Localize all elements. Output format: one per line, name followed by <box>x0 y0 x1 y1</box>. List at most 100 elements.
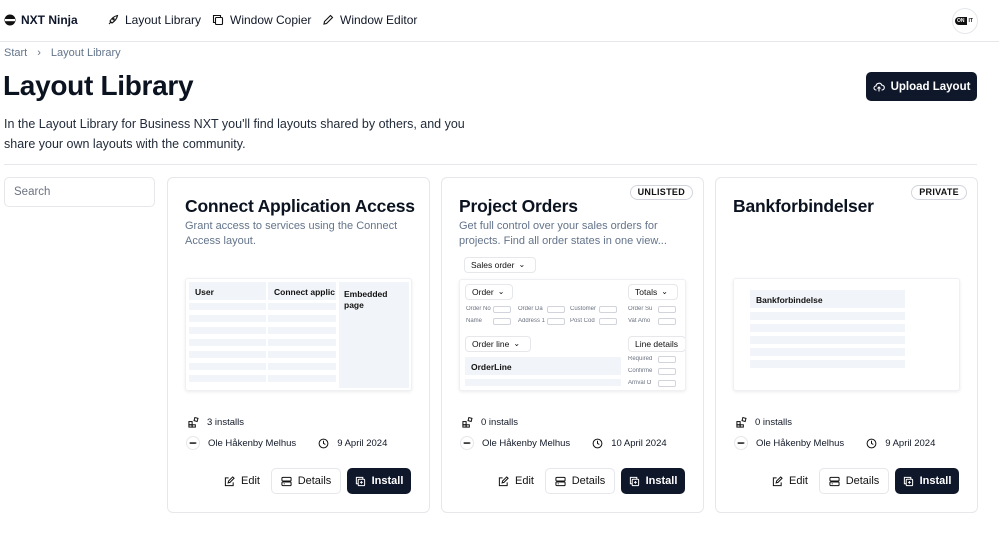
preview-dropdown-label: Order line <box>472 339 510 349</box>
preview-field-box <box>658 380 676 387</box>
chevron-down-icon: ⌄ <box>497 287 505 296</box>
ninja-icon <box>737 442 745 444</box>
install-button[interactable]: Install <box>347 468 411 494</box>
ninja-icon <box>463 442 471 444</box>
ninja-icon <box>189 442 197 444</box>
card-description: Get full control over your sales orders … <box>459 220 667 247</box>
preview-row <box>268 351 336 358</box>
blocks-icon <box>188 417 199 428</box>
page-title: Layout Library <box>3 70 194 101</box>
author-avatar <box>460 436 474 450</box>
details-label: Details <box>845 475 880 487</box>
preview-row <box>189 375 266 382</box>
preview-embedded-label: Embedded page <box>344 289 388 310</box>
nav-link-label: Window Editor <box>340 13 418 27</box>
preview-field-box <box>599 318 617 325</box>
details-icon <box>555 476 566 486</box>
preview-row <box>268 315 336 322</box>
install-button[interactable]: Install <box>895 468 959 494</box>
blocks-icon <box>462 417 473 428</box>
chevron-down-icon: ⌄ <box>661 287 668 296</box>
preview-line-details-tab: Line details <box>628 336 685 352</box>
author-info: Ole Håkenby Melhus 10 April 2024 <box>460 436 667 450</box>
edit-button[interactable]: Edit <box>492 468 540 494</box>
edit-button[interactable]: Edit <box>766 468 814 494</box>
page-intro: In the Layout Library for Business NXT y… <box>4 117 465 151</box>
search-input[interactable] <box>4 177 155 207</box>
chevron-down-icon: ⌄ <box>518 260 526 269</box>
avatar-initials-right: IT <box>968 18 973 24</box>
preview-field-label: Confirme <box>628 368 653 374</box>
edit-button[interactable]: Edit <box>218 468 266 494</box>
chevron-right-icon: › <box>37 47 41 59</box>
publish-date: 9 April 2024 <box>337 437 388 449</box>
author-avatar <box>186 436 200 450</box>
status-badge: UNLISTED <box>629 185 693 200</box>
clock-icon <box>592 438 603 448</box>
preview-row <box>750 348 905 356</box>
preview-row <box>189 327 266 334</box>
status-badge: PRIVATE <box>911 185 967 200</box>
preview-row <box>189 315 266 322</box>
preview-row <box>268 327 336 334</box>
nav-link-layout-library[interactable]: Layout Library <box>107 13 201 27</box>
breadcrumb-start[interactable]: Start <box>4 47 27 59</box>
author-info: Ole Håkenby Melhus 9 April 2024 <box>186 436 387 450</box>
details-button[interactable]: Details <box>271 468 341 494</box>
cloud-upload-icon <box>873 82 885 91</box>
author-name: Ole Håkenby Melhus <box>482 437 571 449</box>
details-label: Details <box>571 475 606 487</box>
install-label: Install <box>371 475 404 487</box>
preview-row <box>750 312 905 320</box>
layout-card[interactable]: PRIVATE Bankforbindelser Bankforbindelse… <box>715 177 978 513</box>
preview-row <box>189 351 266 358</box>
nav-link-window-editor[interactable]: Window Editor <box>322 13 417 27</box>
avatar-badge: ON IT <box>955 17 975 25</box>
preview-row <box>189 339 266 346</box>
preview-row <box>750 336 905 344</box>
edit-label: Edit <box>789 475 808 487</box>
install-count: 0 installs <box>736 417 792 428</box>
layout-card[interactable]: Connect Application Access Grant access … <box>167 177 430 513</box>
details-button[interactable]: Details <box>819 468 889 494</box>
preview-sales-order-dropdown: Sales order ⌄ <box>464 257 536 273</box>
preview-dropdown-label: Totals <box>635 287 658 297</box>
preview-tab-label: Line details <box>635 339 679 349</box>
preview-dropdown-label: Sales order <box>471 260 515 270</box>
preview-field-box <box>493 318 511 325</box>
install-button[interactable]: Install <box>621 468 685 494</box>
install-count-label: 0 installs <box>481 417 518 428</box>
layout-preview: Bankforbindelse <box>733 278 960 391</box>
pencil-icon <box>323 14 334 25</box>
preview-field-label: Order Su <box>628 306 653 312</box>
user-avatar[interactable]: ON IT <box>952 8 978 34</box>
upload-layout-button[interactable]: Upload Layout <box>866 72 977 101</box>
install-count: 3 installs <box>188 417 244 428</box>
publish-date: 9 April 2024 <box>885 437 936 449</box>
layout-card[interactable]: UNLISTED Project Orders Get full control… <box>441 177 704 513</box>
preview-field-label: Required <box>628 356 653 362</box>
nav-link-window-copier[interactable]: Window Copier <box>212 13 311 27</box>
preview-field-label: Arrival O <box>628 380 652 386</box>
preview-field-label: Order Da <box>518 306 543 312</box>
preview-row <box>750 360 905 368</box>
install-icon <box>903 476 913 486</box>
nav-link-label: Window Copier <box>230 13 312 27</box>
preview-row <box>189 363 266 370</box>
preview-field-box <box>658 306 676 313</box>
upload-layout-label: Upload Layout <box>890 80 971 93</box>
preview-field-label: Name <box>466 318 483 324</box>
card-description: Grant access to services using the Conne… <box>185 220 398 247</box>
copy-icon <box>212 14 224 26</box>
details-button[interactable]: Details <box>545 468 615 494</box>
author-name: Ole Håkenby Melhus <box>208 437 297 449</box>
preview-row <box>465 379 621 386</box>
author-info: Ole Håkenby Melhus 9 April 2024 <box>734 436 935 450</box>
avatar-initials-left: ON <box>955 17 967 25</box>
brand-logo[interactable]: NXT Ninja <box>4 13 78 27</box>
install-icon <box>355 476 365 486</box>
author-avatar <box>734 436 748 450</box>
breadcrumb: Start › Layout Library <box>4 47 121 59</box>
top-navigation: NXT Ninja Layout Library Window Copier W… <box>0 0 999 42</box>
brand-name: NXT Ninja <box>21 13 78 27</box>
